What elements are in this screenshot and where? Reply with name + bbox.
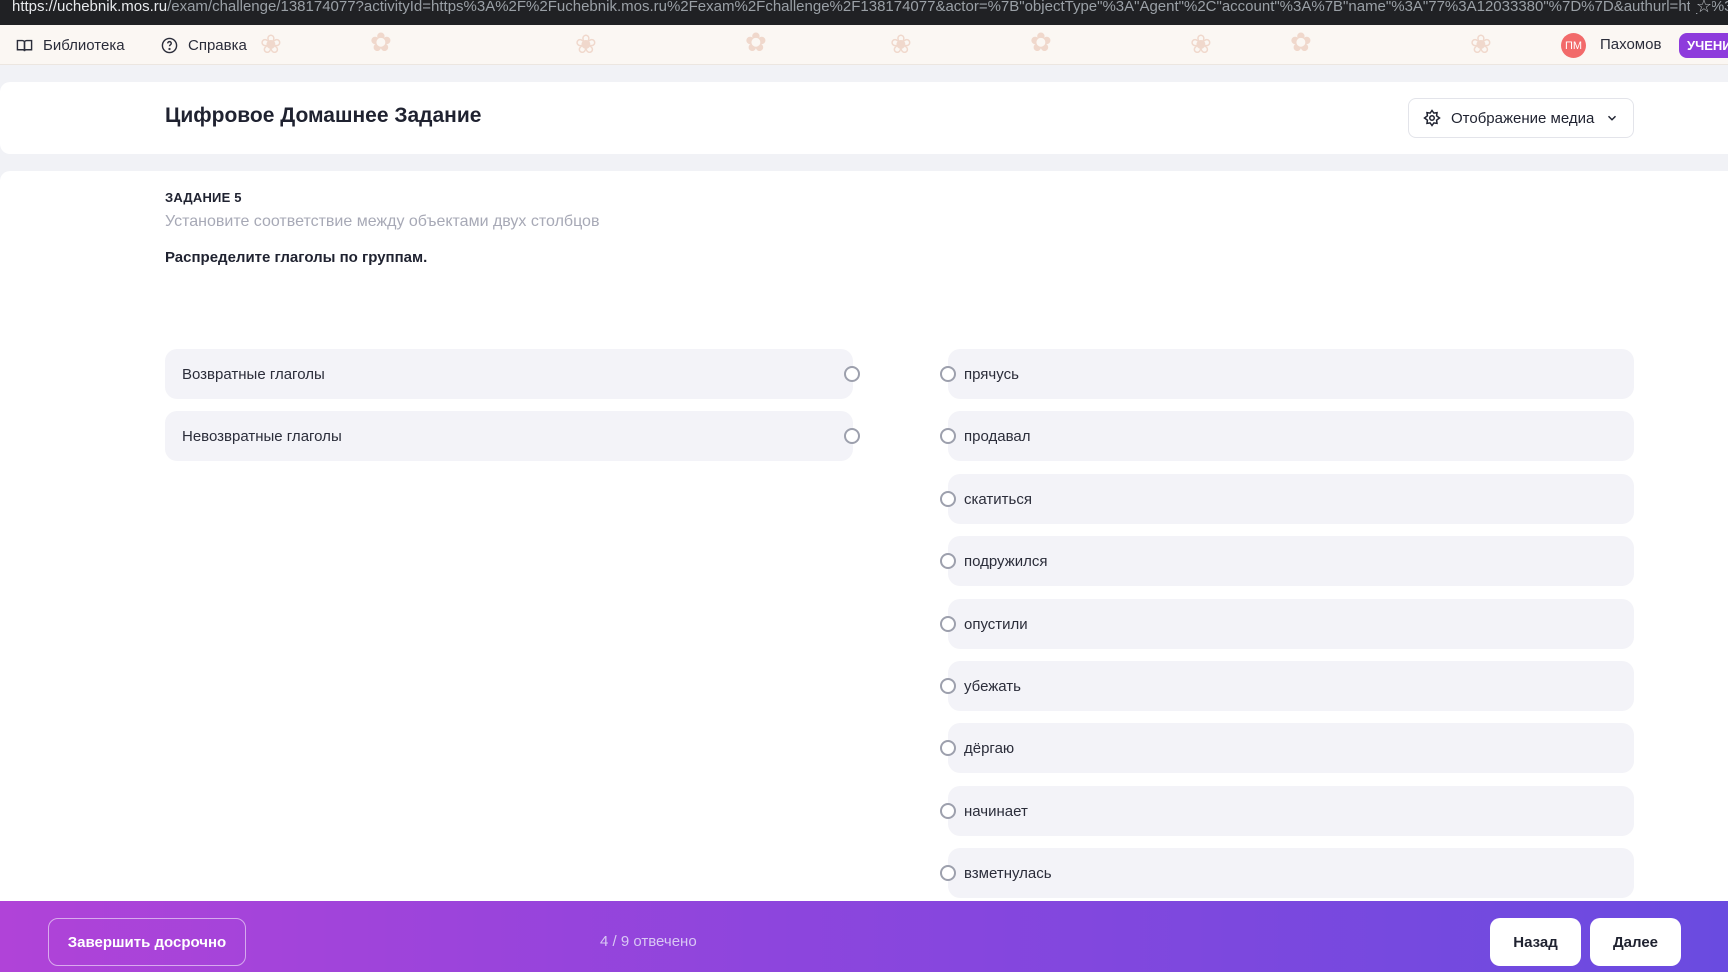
word-connector-dot[interactable] [940, 616, 956, 632]
word-item[interactable]: дёргаю [948, 723, 1634, 773]
decor-leaf-icon: ❀ [1190, 29, 1212, 59]
word-item[interactable]: подружился [948, 536, 1634, 586]
task-description: Установите соответствие между объектами … [165, 213, 600, 230]
group-connector-dot[interactable] [844, 428, 860, 444]
group-item[interactable]: Невозвратные глаголы [165, 411, 853, 461]
decor-leaf-icon: ❀ [890, 29, 912, 59]
decor-leaf-icon: ❀ [1470, 29, 1492, 59]
word-label: прячусь [964, 365, 1019, 383]
url-host: https://uchebnik.mos.ru [12, 0, 168, 15]
word-label: взметнулась [964, 864, 1052, 882]
decor-leaf-icon: ❀ [260, 29, 282, 59]
chevron-down-icon [1607, 115, 1617, 121]
word-label: продавал [964, 427, 1031, 445]
task-card: ЗАДАНИЕ 5 Установите соответствие между … [0, 171, 1728, 901]
decor-leaf-icon: ✿ [370, 27, 392, 57]
word-item[interactable]: скатиться [948, 474, 1634, 524]
media-button-label: Отображение медиа [1451, 109, 1595, 127]
word-connector-dot[interactable] [940, 366, 956, 382]
url-path: /exam/challenge/138174077?activityId=htt… [167, 0, 1728, 15]
word-label: скатиться [964, 490, 1032, 508]
word-item[interactable]: опустили [948, 599, 1634, 649]
word-item[interactable]: начинает [948, 786, 1634, 836]
book-icon [16, 39, 33, 51]
task-number: ЗАДАНИЕ 5 [165, 190, 242, 205]
word-connector-dot[interactable] [940, 428, 956, 444]
decor-leaf-icon: ❀ [575, 29, 597, 59]
decor-leaf-icon: ✿ [1030, 27, 1052, 57]
page-title: Цифровое Домашнее Задание [165, 104, 482, 127]
decor-leaf-icon: ✿ [1290, 27, 1312, 57]
word-item[interactable]: взметнулась [948, 848, 1634, 898]
top-navigation: ❀ ✿ ❀ ✿ ❀ ✿ ❀ ✿ ❀ Библиотека Справка ПМ … [0, 25, 1728, 65]
word-item[interactable]: убежать [948, 661, 1634, 711]
back-button[interactable]: Назад [1490, 918, 1581, 966]
browser-url-bar[interactable]: https://uchebnik.mos.ru/exam/challenge/1… [0, 0, 1728, 25]
word-label: дёргаю [964, 739, 1015, 757]
group-label: Возвратные глаголы [182, 365, 325, 383]
finish-early-button[interactable]: Завершить досрочно [48, 918, 246, 966]
flower-settings-icon [1423, 109, 1441, 127]
word-item[interactable]: продавал [948, 411, 1634, 461]
group-connector-dot[interactable] [844, 366, 860, 382]
help-circle-icon [161, 37, 178, 53]
word-item[interactable]: прячусь [948, 349, 1634, 399]
word-label: подружился [964, 552, 1048, 570]
group-item[interactable]: Возвратные глаголы [165, 349, 853, 399]
answered-progress: 4 / 9 отвечено [600, 933, 697, 950]
word-connector-dot[interactable] [940, 865, 956, 881]
word-label: начинает [964, 802, 1028, 820]
library-link[interactable]: Библиотека [16, 25, 125, 64]
help-label: Справка [188, 36, 247, 54]
word-label: убежать [964, 677, 1021, 695]
word-label: опустили [964, 615, 1028, 633]
footer-bar: Завершить досрочно 4 / 9 отвечено Назад … [0, 901, 1728, 972]
word-connector-dot[interactable] [940, 491, 956, 507]
decor-leaf-icon: ✿ [745, 27, 767, 57]
library-label: Библиотека [43, 36, 125, 54]
task-instruction: Распределите глаголы по группам. [165, 249, 428, 266]
header-card: Цифровое Домашнее Задание Отображение ме… [0, 82, 1728, 154]
word-connector-dot[interactable] [940, 740, 956, 756]
next-button[interactable]: Далее [1590, 918, 1681, 966]
avatar[interactable]: ПМ [1561, 33, 1586, 58]
word-connector-dot[interactable] [940, 803, 956, 819]
help-link[interactable]: Справка [161, 25, 247, 64]
group-label: Невозвратные глаголы [182, 427, 342, 445]
word-connector-dot[interactable] [940, 553, 956, 569]
role-badge: УЧЕНИ [1679, 33, 1728, 58]
username[interactable]: Пахомов [1600, 25, 1661, 64]
star-icon[interactable]: ☆ [1689, 0, 1712, 15]
word-connector-dot[interactable] [940, 678, 956, 694]
media-display-button[interactable]: Отображение медиа [1408, 98, 1634, 138]
